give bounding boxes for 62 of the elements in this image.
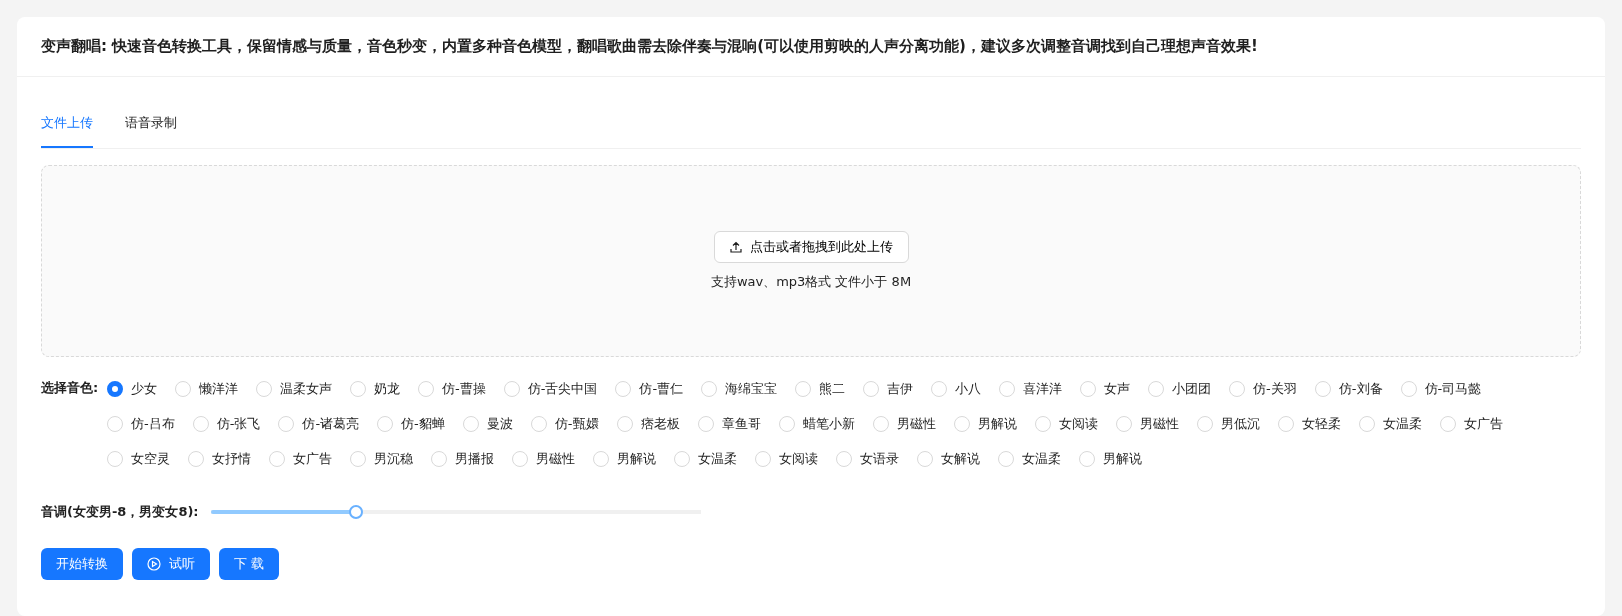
action-button[interactable]: 下 载 [219,547,280,580]
upload-hint: 支持wav、mp3格式 文件小于 8M [710,272,912,291]
radio-label[interactable]: 仿-貂蝉 [401,413,445,434]
tab[interactable]: 语音录制 [125,90,177,148]
radio-label[interactable]: 仿-甄嬛 [554,413,599,434]
action-button[interactable]: 开始转换 [41,547,123,580]
radio-label[interactable]: 曼波 [486,413,513,434]
radio-label[interactable]: 女广告 [1463,413,1503,434]
preview-button[interactable]: 试听 [132,547,210,580]
radio-label[interactable]: 男解说 [1103,448,1142,469]
radio-label[interactable]: 仿-刘备 [1338,378,1383,399]
radio-label[interactable]: 男解说 [977,413,1017,434]
radio-label[interactable]: 女广告 [293,448,332,469]
radio-label[interactable]: 章鱼哥 [721,413,761,434]
radio-button[interactable] [107,380,123,397]
radio-label[interactable]: 蜡笔小新 [802,413,855,434]
upload-button[interactable]: 点击或者拖拽到此处上传 [713,231,909,263]
radio-label[interactable]: 少女 [131,378,157,399]
radio-label[interactable]: 温柔女声 [280,378,332,399]
radio-label[interactable]: 女轻柔 [1301,413,1341,434]
radio-label[interactable]: 女阅读 [779,448,818,469]
page-title: 变声翻唱: 快速音色转换工具，保留情感与质量，音色秒变，内置多种音色模型，翻唱歌曲需去除伴奏与混响(可以使用剪映的人声分离功能)，建议多次调整音调找到自己理想声音效果! [17,17,1605,77]
radio-label[interactable]: 女温柔 [698,448,737,469]
upload-icon [729,240,742,253]
radio-label[interactable]: 小八 [955,378,982,399]
radio-label[interactable]: 仿-诸葛亮 [302,413,360,434]
radio-label[interactable]: 女声 [1104,378,1131,399]
radio-label[interactable]: 仿-关羽 [1253,378,1297,399]
tab[interactable]: 文件上传 [41,90,93,148]
radio-label[interactable]: 仿-曹仁 [639,378,684,399]
pitch-label: 音调(女变男-8，男变女8): [41,503,199,521]
radio-label[interactable]: 奶龙 [374,378,400,399]
radio-label[interactable]: 吉伊 [887,378,914,399]
upload-dropzone[interactable]: 点击或者拖拽到此处上传 支持wav、mp3格式 文件小于 8M [41,165,1581,357]
radio-label[interactable]: 男低沉 [1220,413,1260,434]
radio-label[interactable]: 小团团 [1172,378,1212,399]
radio-label[interactable]: 仿-吕布 [131,413,175,434]
voice-label: 选择音色: [41,379,100,396]
radio-label[interactable]: 女阅读 [1058,413,1098,434]
radio-label[interactable]: 仿-张飞 [216,413,261,434]
radio-label[interactable]: 海绵宝宝 [725,378,778,399]
radio-label[interactable]: 喜洋洋 [1023,378,1063,399]
radio-label[interactable]: 女语录 [860,448,899,469]
slider-thumb[interactable] [348,504,363,519]
radio-label[interactable]: 男沉稳 [374,448,413,469]
radio-label[interactable]: 仿-舌尖中国 [527,378,598,399]
radio-label[interactable]: 女空灵 [131,448,170,469]
radio-label[interactable]: 男磁性 [536,448,575,469]
radio-label[interactable]: 仿-曹操 [442,378,486,399]
radio-label[interactable]: 女温柔 [1022,448,1061,469]
radio-label[interactable]: 女解说 [941,448,980,469]
radio-label[interactable]: 仿-司马懿 [1424,378,1482,399]
radio-label[interactable]: 女温柔 [1382,413,1422,434]
radio-label[interactable]: 男播报 [455,448,494,469]
radio-label[interactable]: 痞老板 [640,413,680,434]
radio-label[interactable]: 懒洋洋 [199,378,238,399]
radio-label[interactable]: 男解说 [617,448,656,469]
radio-label[interactable]: 熊二 [819,378,846,399]
radio-label[interactable]: 男磁性 [896,413,936,434]
play-icon [147,556,161,571]
radio-label[interactable]: 男磁性 [1139,413,1179,434]
radio-label[interactable]: 女抒情 [212,448,251,469]
